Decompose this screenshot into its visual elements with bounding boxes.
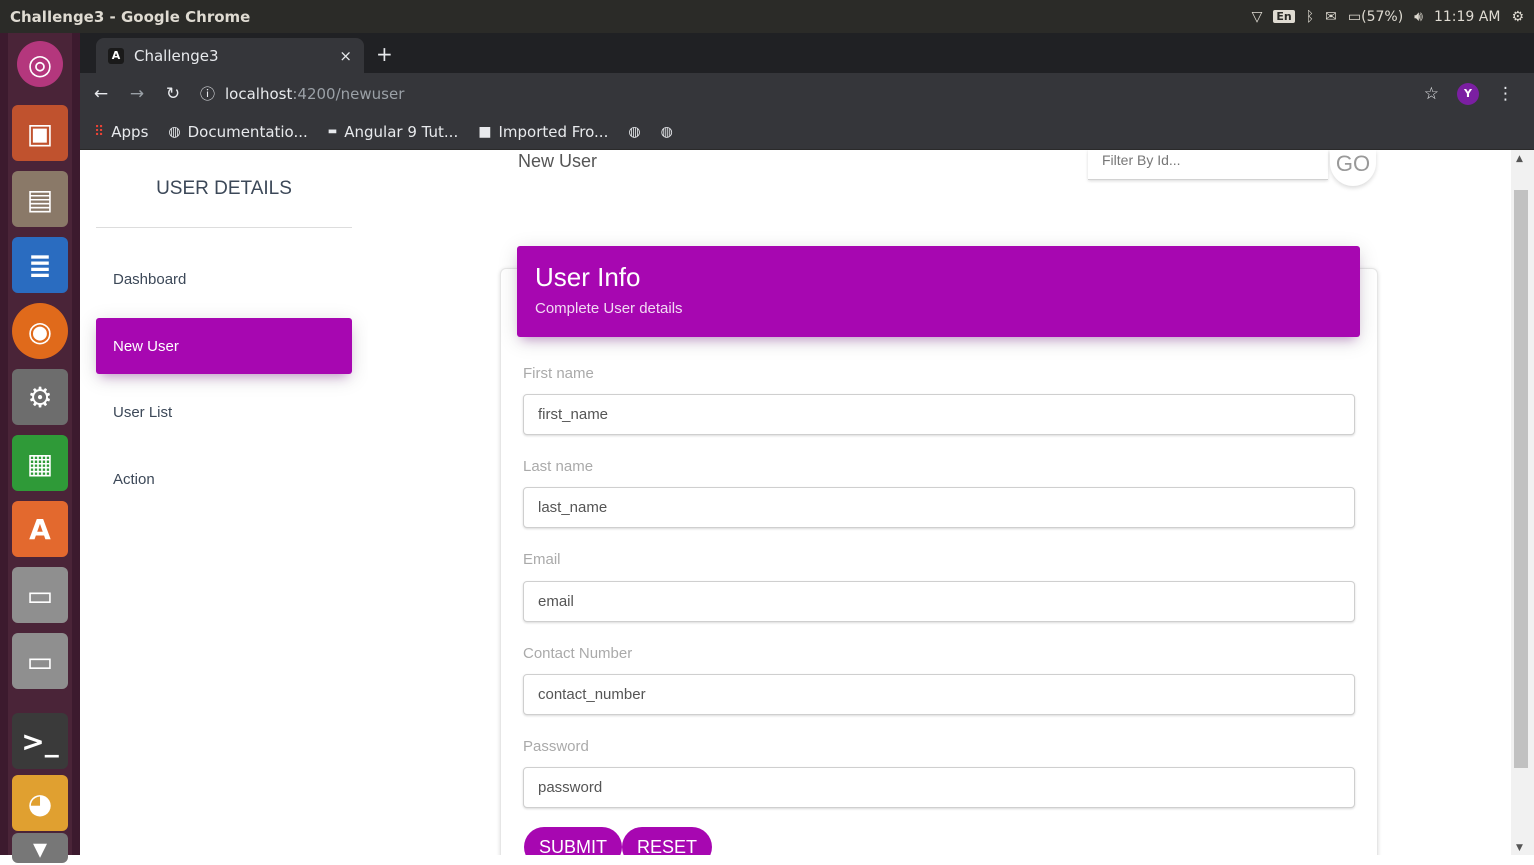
password-field[interactable]: password: [523, 767, 1355, 808]
scroll-up-arrow-icon[interactable]: ▲: [1516, 154, 1523, 164]
reload-icon[interactable]: ↻: [158, 84, 188, 104]
wifi-icon[interactable]: ▽: [1252, 9, 1263, 25]
window-title: Challenge3 - Google Chrome: [10, 7, 251, 26]
email-label: Email: [523, 551, 561, 568]
files-icon[interactable]: ▤: [12, 171, 68, 227]
power-settings-icon[interactable]: ⚙: [1511, 9, 1524, 25]
globe-icon: ◍: [628, 123, 641, 140]
volume-icon[interactable]: 🔊︎: [1414, 9, 1423, 25]
ubuntu-launcher: ◎ ▣ ▤ ≣ ◉ ⚙ ▦ A ▭ ▭ >_ ◕ ▾: [0, 33, 80, 865]
url-path: :4200/newuser: [292, 84, 405, 103]
site-info-icon[interactable]: ⓘ: [200, 83, 215, 104]
page-scrollbar[interactable]: ▲ ▼: [1511, 150, 1534, 855]
mail-icon[interactable]: ✉: [1325, 9, 1337, 25]
terminal-icon[interactable]: >_: [12, 713, 68, 769]
scroll-down-arrow-icon[interactable]: ▼: [1516, 843, 1523, 853]
battery-indicator[interactable]: ▭(57%): [1348, 9, 1403, 25]
software-center-icon[interactable]: A: [12, 501, 68, 557]
battery-icon: ▭: [1347, 8, 1362, 25]
tab-challenge3[interactable]: A Challenge3 ×: [96, 38, 364, 73]
sidebar-title: USER DETAILS: [156, 178, 292, 199]
reset-button[interactable]: RESET: [622, 827, 713, 855]
sidebar-divider: [96, 227, 352, 228]
url-text: localhost:4200/newuser: [225, 85, 404, 103]
menu-kebab-icon[interactable]: ⋮: [1497, 84, 1514, 104]
page-viewport: USER DETAILS Dashboard New User User Lis…: [80, 150, 1511, 855]
main-content: New User Filter By Id... GO User Info Co…: [368, 150, 1511, 855]
first-name-label: First name: [523, 365, 594, 382]
sidebar: USER DETAILS Dashboard New User User Lis…: [80, 150, 368, 855]
email-field[interactable]: email: [523, 581, 1355, 622]
bookmark-label: Imported Fro...: [498, 122, 609, 141]
browser-tab-bar: A Challenge3 × +: [80, 33, 1534, 73]
calc-icon[interactable]: ▦: [12, 435, 68, 491]
bookmark-star-icon[interactable]: ☆: [1424, 84, 1439, 104]
address-bar[interactable]: ⓘ localhost:4200/newuser: [200, 83, 1424, 104]
contact-number-label: Contact Number: [523, 645, 633, 662]
scrollbar-thumb[interactable]: [1514, 190, 1528, 768]
apps-grid-icon: ⠿: [94, 123, 105, 140]
bookmark-label: Angular 9 Tut...: [344, 122, 459, 141]
globe-icon: ◍: [660, 123, 673, 140]
last-name-field[interactable]: last_name: [523, 487, 1355, 528]
drive-icon[interactable]: ▭: [12, 567, 68, 623]
sidebar-item-new-user[interactable]: New User: [96, 318, 352, 374]
card-header: User Info Complete User details: [517, 246, 1360, 337]
firefox-icon[interactable]: ◉: [12, 303, 68, 359]
bookmark-apps[interactable]: ⠿ Apps: [94, 123, 148, 141]
submit-button[interactable]: SUBMIT: [524, 827, 623, 855]
tab-close-icon[interactable]: ×: [339, 47, 352, 65]
sidebar-item-user-list[interactable]: User List: [96, 384, 352, 440]
drive-icon[interactable]: ▭: [12, 633, 68, 689]
filter-by-id-input[interactable]: Filter By Id...: [1088, 150, 1328, 180]
page-title: New User: [518, 151, 598, 171]
impress-icon[interactable]: ▣: [12, 105, 68, 161]
site-favicon-icon: ▬: [327, 126, 338, 137]
system-tray[interactable]: ▽ En ᛒ ✉ ▭(57%) 🔊︎ 11:19 AM ⚙: [1252, 9, 1524, 25]
bookmark-label: Apps: [111, 122, 149, 141]
card-title: User Info: [535, 262, 641, 292]
password-label: Password: [523, 738, 589, 755]
chrome-icon[interactable]: ◕: [12, 775, 68, 831]
profile-avatar[interactable]: Y: [1457, 82, 1479, 105]
card-subtitle: Complete User details: [535, 300, 683, 317]
sidebar-item-action[interactable]: Action: [96, 451, 352, 507]
bluetooth-icon[interactable]: ᛒ: [1306, 9, 1314, 25]
bookmark-imported[interactable]: ■ Imported Fro...: [478, 123, 608, 141]
url-host: localhost: [225, 84, 293, 103]
trash-icon[interactable]: ▾: [12, 832, 68, 865]
settings-icon[interactable]: ⚙: [12, 369, 68, 425]
writer-icon[interactable]: ≣: [12, 237, 68, 293]
new-tab-button[interactable]: +: [376, 42, 393, 66]
clock[interactable]: 11:19 AM: [1434, 9, 1500, 25]
angular-favicon-icon: A: [108, 47, 124, 64]
ubuntu-dash-icon[interactable]: ◎: [17, 41, 63, 87]
keyboard-language-indicator[interactable]: En: [1273, 10, 1295, 23]
bookmarks-bar: ⠿ Apps ◍ Documentatio... ▬ Angular 9 Tut...…: [80, 114, 1534, 150]
bookmark-label: Documentatio...: [187, 122, 308, 141]
battery-percentage: (57%): [1361, 8, 1404, 25]
folder-icon: ■: [478, 123, 492, 140]
contact-number-field[interactable]: contact_number: [523, 674, 1355, 715]
go-button[interactable]: GO: [1330, 150, 1376, 186]
forward-arrow-icon[interactable]: →: [122, 84, 152, 104]
bookmark-globe-2[interactable]: ◍: [661, 124, 673, 140]
first-name-field[interactable]: first_name: [523, 394, 1355, 435]
last-name-label: Last name: [523, 458, 594, 475]
tab-title: Challenge3: [134, 46, 219, 65]
bookmark-documentation[interactable]: ◍ Documentatio...: [168, 123, 307, 141]
back-arrow-icon[interactable]: ←: [86, 84, 116, 104]
os-top-panel: Challenge3 - Google Chrome ▽ En ᛒ ✉ ▭(57…: [0, 0, 1534, 33]
sidebar-item-dashboard[interactable]: Dashboard: [96, 251, 352, 307]
bookmark-globe-1[interactable]: ◍: [628, 124, 640, 140]
browser-toolbar: ← → ↻ ⓘ localhost:4200/newuser ☆ Y ⋮: [80, 73, 1534, 114]
bookmark-angular-tutorial[interactable]: ▬ Angular 9 Tut...: [328, 123, 458, 141]
globe-icon: ◍: [168, 123, 181, 140]
